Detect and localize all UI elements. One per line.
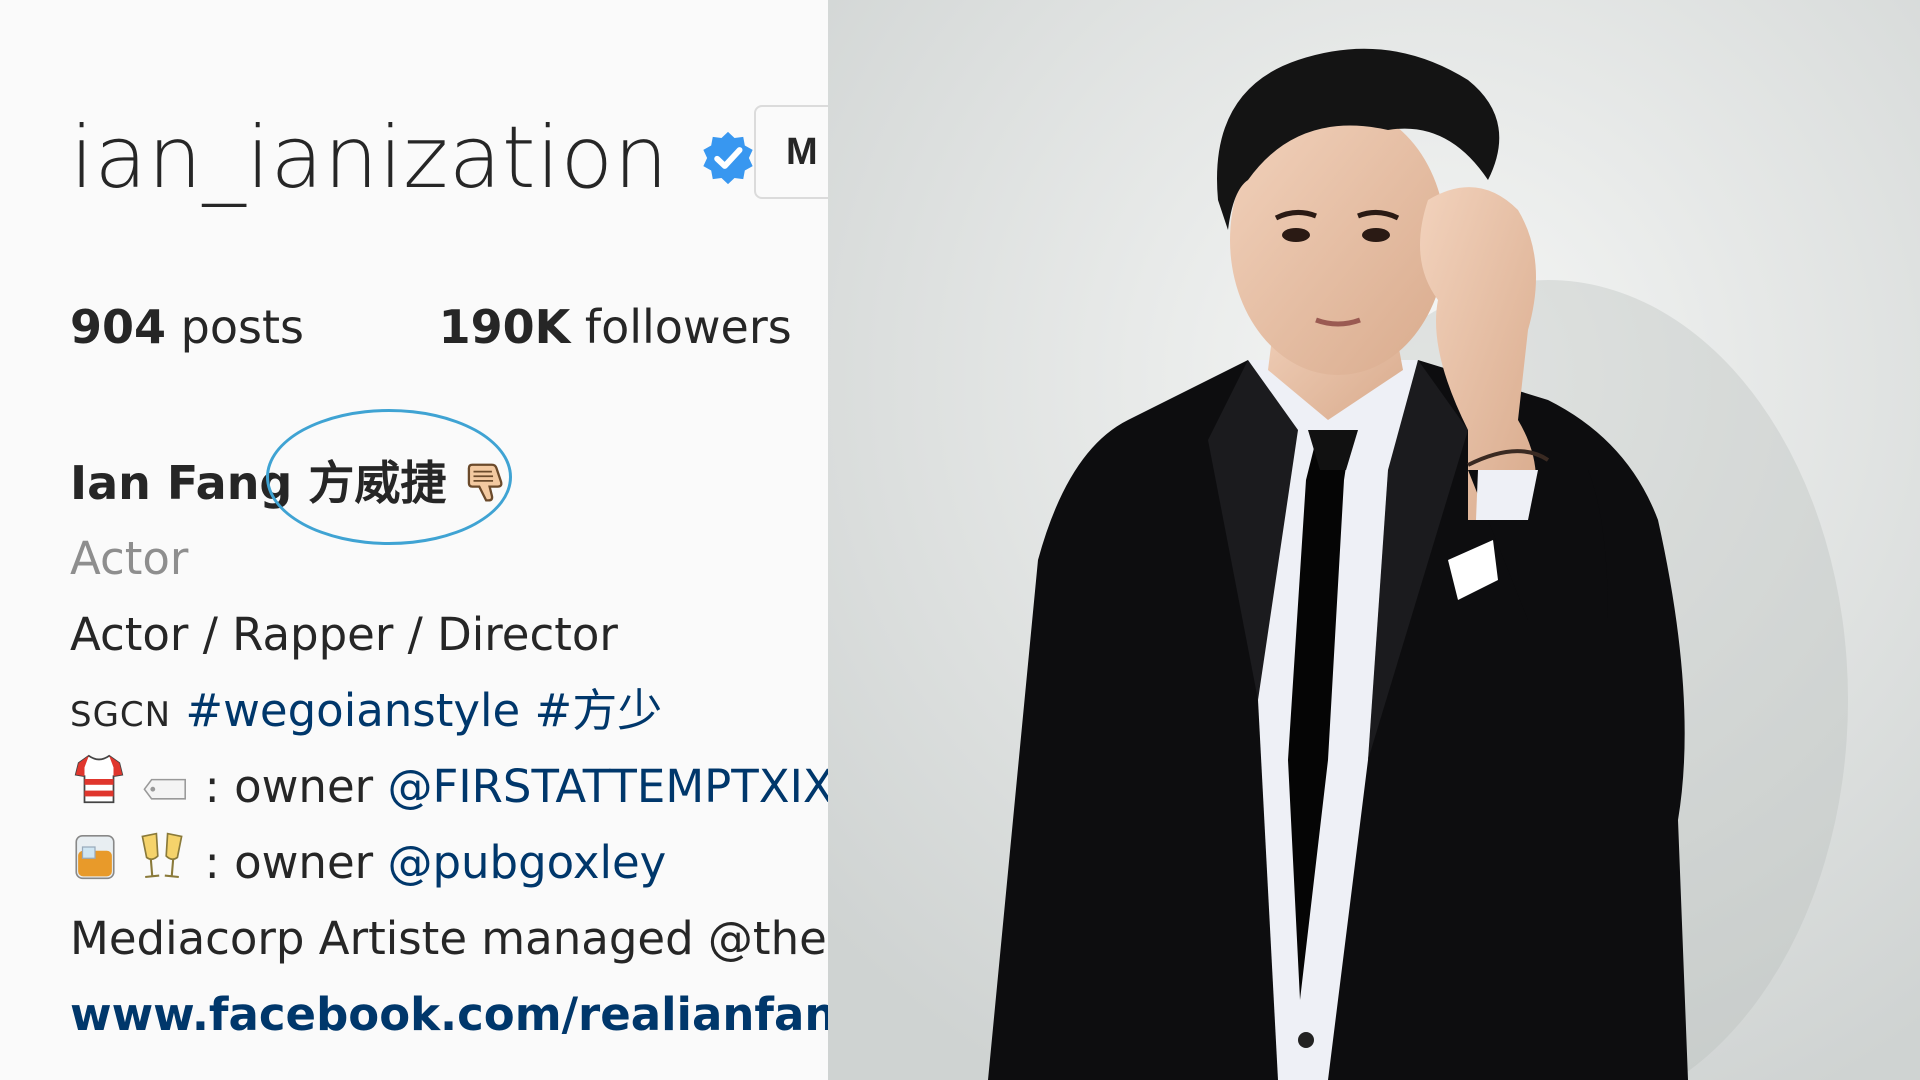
- mention-pubgoxley[interactable]: @pubgoxley: [387, 836, 666, 889]
- full-name-line: Ian Fang 方威捷: [70, 409, 828, 545]
- bio-prefix: SGCN: [70, 695, 172, 735]
- posts-count: 904: [70, 300, 167, 354]
- bio-line-clothing-owner: : owner @FIRSTATTEMPTXIX: [70, 749, 828, 825]
- followers-label: followers: [584, 300, 792, 354]
- tag-icon: [143, 778, 187, 800]
- whisky-glass-emoji: [70, 830, 120, 907]
- bio-line-roles: Actor / Rapper / Director: [70, 608, 618, 661]
- portrait-photo: [828, 0, 1920, 1080]
- username-row: ian_ianization: [70, 108, 757, 208]
- thumbs-down-emoji: [462, 451, 508, 527]
- posts-label: posts: [180, 300, 304, 354]
- followers-stat[interactable]: 190K followers: [439, 300, 792, 354]
- profile-external-link[interactable]: www.facebook.com/realianfang: [70, 977, 828, 1053]
- profile-bio: Ian Fang 方威捷 Actor Actor / Rapper / Dire…: [70, 409, 828, 1053]
- bio-line-pub-owner: : owner @pubgoxley: [70, 825, 828, 901]
- full-name-chinese: 方威捷: [308, 456, 447, 510]
- whisky-glass-icon: [75, 834, 115, 880]
- mention-firstattempt[interactable]: @FIRSTATTEMPTXIX: [387, 760, 828, 813]
- shirt-icon: [74, 754, 124, 804]
- instagram-profile-panel: ian_ianization M 904 posts 190K follower…: [0, 0, 828, 1080]
- followers-count: 190K: [438, 300, 571, 354]
- profile-category: Actor: [70, 532, 189, 585]
- tag-emoji: [142, 755, 190, 831]
- shirt-emoji: [70, 750, 128, 831]
- posts-stat[interactable]: 904 posts: [70, 300, 304, 354]
- bio-line-management: Mediacorp Artiste managed @the: [70, 912, 827, 965]
- bio-owner-label-2: : owner: [204, 836, 374, 889]
- profile-stats: 904 posts 190K followers: [70, 300, 828, 354]
- bio-hashtags[interactable]: #wegoianstyle #方少: [185, 684, 662, 737]
- bio-line-hashtags: SGCN #wegoianstyle #方少: [70, 673, 828, 749]
- thumbs-down-icon: [468, 463, 503, 502]
- clinking-glasses-icon: [141, 832, 183, 879]
- profile-username: ian_ianization: [70, 108, 669, 208]
- man-in-suit-illustration: [828, 0, 1920, 1080]
- full-name: Ian Fang: [70, 456, 293, 510]
- verified-badge-icon: [703, 131, 753, 185]
- bio-owner-label-1: : owner: [204, 760, 374, 813]
- clinking-glasses-emoji: [134, 828, 190, 907]
- message-button[interactable]: M: [754, 105, 828, 199]
